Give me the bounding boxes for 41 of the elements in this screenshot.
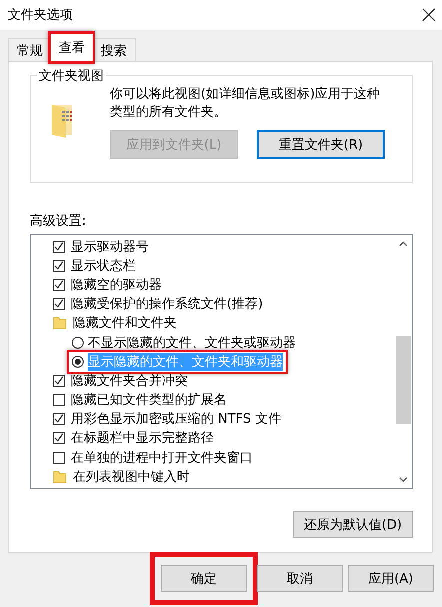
radio-button[interactable] (72, 356, 84, 368)
option-label: 不显示隐藏的文件、文件夹或驱动器 (88, 334, 296, 352)
checkbox[interactable] (53, 374, 65, 387)
checkbox[interactable] (53, 298, 65, 310)
section-label: 高级设置: (30, 213, 88, 230)
folder-icon (53, 470, 67, 484)
checkbox[interactable] (53, 278, 65, 291)
dialog-button[interactable]: 取消 (257, 565, 343, 592)
tab[interactable]: 查看 (51, 34, 93, 61)
group-title: 文件夹视图 (37, 67, 106, 85)
radio-button[interactable] (72, 336, 84, 349)
description-text: 你可以将此视图(如详细信息或图标)应用于这种类型的所有文件夹。 (110, 86, 382, 122)
dialog-button[interactable]: 应用(A) (348, 565, 434, 592)
dialog-button[interactable]: 确定 (161, 565, 247, 592)
option-label: 隐藏空的驱动器 (71, 276, 162, 294)
scroll-up-icon[interactable] (399, 240, 408, 246)
checkbox[interactable] (53, 413, 65, 426)
option-label: 在标题栏中显示完整路径 (71, 430, 214, 448)
option-label: 隐藏文件夹合并冲突 (71, 372, 188, 390)
window-title: 文件夹选项 (8, 7, 73, 24)
folder-button[interactable]: 重置文件夹(R) (256, 130, 385, 159)
restore-defaults-button[interactable]: 还原为默认值(D) (293, 511, 413, 538)
checkbox[interactable] (53, 260, 65, 272)
option-label: 隐藏受保护的操作系统文件(推荐) (71, 296, 264, 314)
option-label: 在单独的进程中打开文件夹窗口 (71, 450, 253, 467)
option-label: 显示隐藏的文件、文件夹和驱动器 (88, 352, 283, 371)
group-label: 在列表视图中键入时 (73, 468, 190, 486)
option-label: 显示状态栏 (71, 258, 136, 275)
option-label: 隐藏已知文件类型的扩展名 (71, 392, 227, 410)
option-label: 显示驱动器号 (71, 238, 149, 256)
checkbox[interactable] (53, 432, 65, 444)
close-icon[interactable] (422, 8, 436, 22)
folder-icon (53, 316, 67, 330)
checkbox[interactable] (53, 240, 65, 253)
scroll-thumb[interactable] (396, 336, 411, 424)
checkbox[interactable] (53, 394, 65, 406)
group-label: 隐藏文件和文件夹 (73, 315, 177, 332)
checkbox[interactable] (53, 452, 65, 464)
scroll-down-icon[interactable] (399, 476, 408, 482)
option-label: 用彩色显示加密或压缩的 NTFS 文件 (71, 411, 282, 428)
tab[interactable]: 搜索 (92, 38, 136, 61)
